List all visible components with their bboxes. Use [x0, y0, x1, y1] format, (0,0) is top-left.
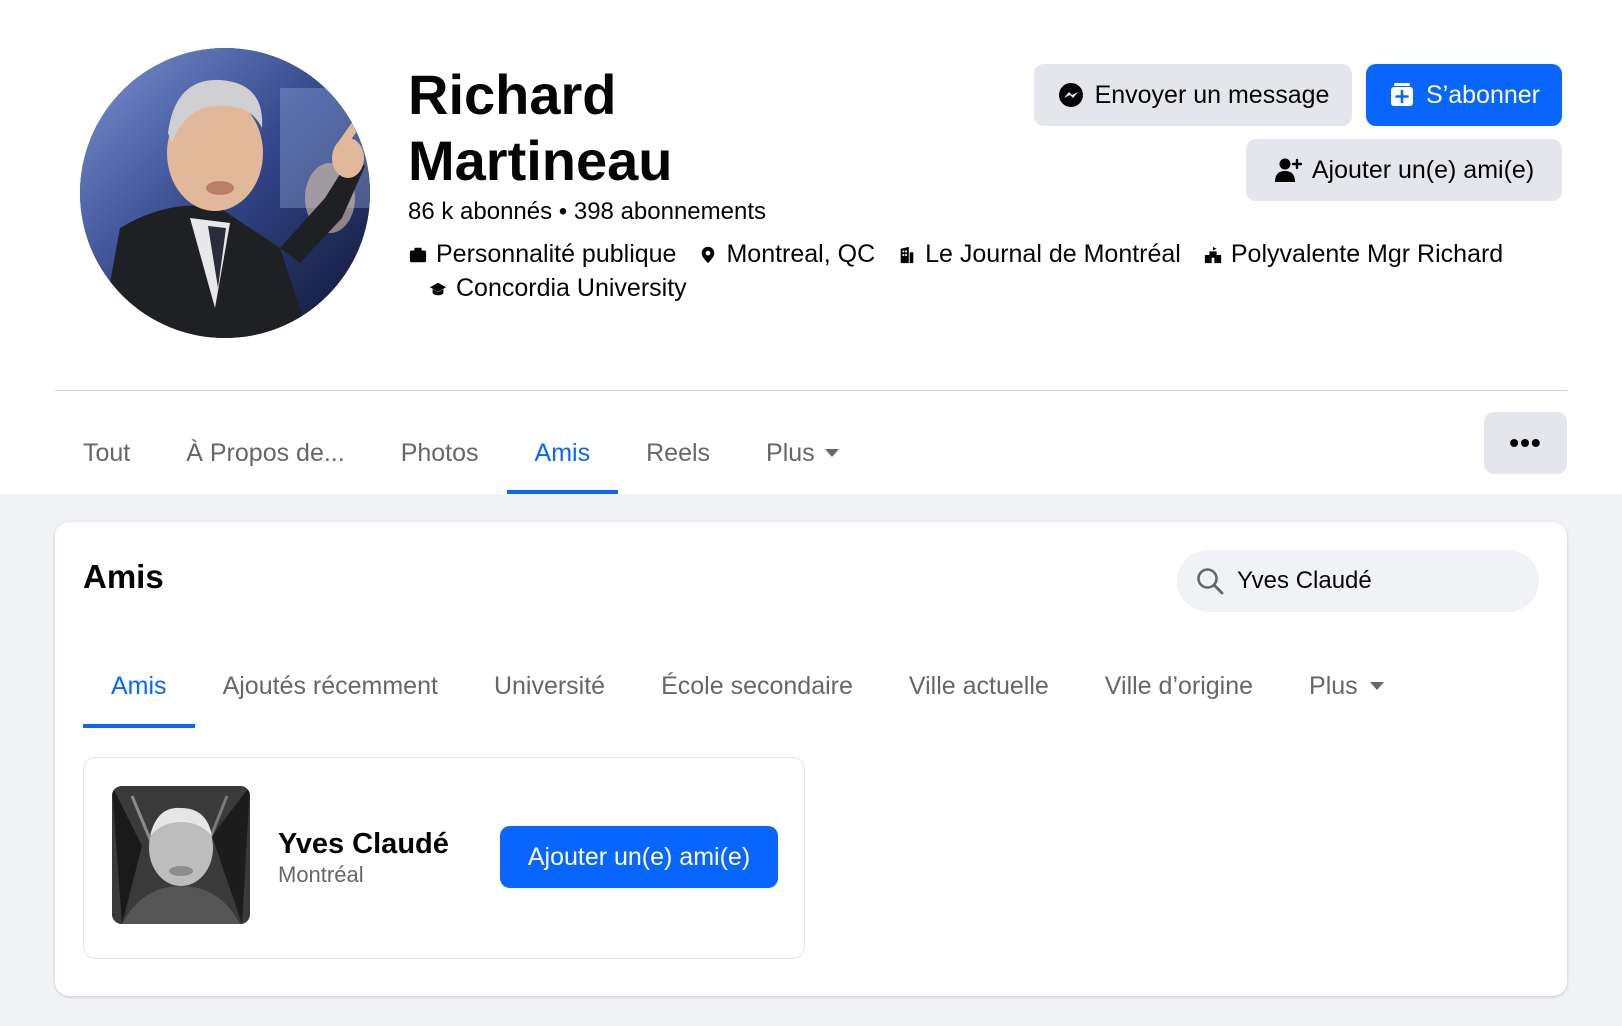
- search-icon: [1197, 568, 1224, 595]
- tab-label: Tout: [83, 438, 131, 467]
- subtab-label: Ville actuelle: [908, 671, 1049, 700]
- friends-search-input[interactable]: [1237, 567, 1527, 595]
- subtab-label: Université: [493, 671, 606, 700]
- subtab-hometown[interactable]: Ville d’origine: [1077, 644, 1281, 728]
- send-message-button[interactable]: Envoyer un message: [1034, 64, 1352, 126]
- follower-stats[interactable]: 86 k abonnés • 398 abonnements: [408, 198, 766, 226]
- intro-item-school: Polyvalente Mgr Richard: [1203, 240, 1503, 269]
- tab-friends[interactable]: Amis: [506, 412, 619, 494]
- subtab-university[interactable]: Université: [466, 644, 633, 728]
- messenger-icon: [1057, 81, 1085, 109]
- intro-item-location: Montreal, QC: [698, 240, 875, 269]
- profile-avatar[interactable]: [80, 48, 370, 338]
- subscribe-plus-icon: [1388, 81, 1416, 109]
- add-friend-icon: [1274, 156, 1302, 184]
- subscribe-button[interactable]: S’abonner: [1366, 64, 1562, 126]
- building-icon: [897, 244, 917, 266]
- tab-label: À Propos de...: [186, 438, 345, 467]
- subtab-label: Ville d’origine: [1104, 671, 1254, 700]
- friend-location: Montréal: [278, 862, 364, 887]
- profile-tabs: Tout À Propos de... Photos Amis Reels Pl…: [55, 412, 867, 494]
- intro-label[interactable]: Concordia University: [456, 274, 687, 303]
- friends-subtabs: Amis Ajoutés récemment Université École …: [83, 644, 1412, 728]
- tab-label: Photos: [400, 438, 479, 467]
- intro-label[interactable]: Polyvalente Mgr Richard: [1231, 240, 1503, 269]
- tab-photos[interactable]: Photos: [373, 412, 507, 494]
- intro-line-1: Personnalité publique Montreal, QC Le Jo…: [408, 240, 1525, 269]
- send-message-label: Envoyer un message: [1094, 80, 1330, 109]
- more-options-button[interactable]: •••: [1484, 412, 1567, 474]
- tab-tout[interactable]: Tout: [55, 412, 158, 494]
- tab-more[interactable]: Plus: [738, 412, 867, 494]
- graduation-cap-icon: [428, 278, 448, 300]
- subtab-more[interactable]: Plus: [1281, 644, 1412, 728]
- intro-label[interactable]: Montreal, QC: [726, 240, 875, 269]
- friend-add-button[interactable]: Ajouter un(e) ami(e): [500, 826, 778, 888]
- profile-name: Richard Martineau: [408, 63, 673, 192]
- friend-photo-illustration: [112, 786, 250, 924]
- intro-label: Personnalité publique: [436, 240, 677, 268]
- intro-label[interactable]: Le Journal de Montréal: [925, 240, 1181, 269]
- header-divider: [55, 390, 1567, 391]
- intro-item-work: Le Journal de Montréal: [897, 240, 1181, 269]
- tab-reels[interactable]: Reels: [618, 412, 738, 494]
- briefcase-icon: [408, 244, 428, 266]
- subscribe-label: S’abonner: [1426, 80, 1540, 109]
- subtab-label: Ajoutés récemment: [222, 671, 438, 700]
- subtab-label: Plus: [1309, 671, 1358, 700]
- friend-avatar[interactable]: [112, 786, 250, 924]
- intro-item-university: Concordia University: [428, 274, 687, 303]
- tab-label: Plus: [766, 438, 815, 467]
- caret-down-icon: [824, 449, 839, 457]
- subtab-label: Amis: [111, 671, 167, 700]
- subtab-current-city[interactable]: Ville actuelle: [881, 644, 1077, 728]
- tab-label: Reels: [646, 438, 711, 467]
- subtab-friends[interactable]: Amis: [83, 644, 195, 728]
- caret-down-icon: [1369, 682, 1384, 690]
- friend-result-card: Yves Claudé Montréal Ajouter un(e) ami(e…: [83, 757, 805, 959]
- ellipsis-icon: •••: [1509, 427, 1542, 458]
- location-pin-icon: [698, 244, 718, 266]
- intro-line-2: Concordia University: [428, 274, 709, 303]
- subtab-label: École secondaire: [661, 671, 853, 700]
- friends-search[interactable]: [1177, 550, 1539, 612]
- school-icon: [1203, 244, 1223, 266]
- add-friend-button[interactable]: Ajouter un(e) ami(e): [1246, 139, 1562, 201]
- friend-name[interactable]: Yves Claudé: [278, 828, 449, 861]
- profile-photo-illustration: [80, 48, 370, 338]
- subtab-recently-added[interactable]: Ajoutés récemment: [195, 644, 466, 728]
- tab-about[interactable]: À Propos de...: [158, 412, 372, 494]
- add-friend-label: Ajouter un(e) ami(e): [1311, 155, 1535, 184]
- intro-item-category: Personnalité publique: [408, 240, 676, 269]
- tab-label: Amis: [534, 438, 591, 467]
- friends-card: Amis Amis Ajoutés récemment Université É…: [55, 522, 1567, 996]
- subtab-high-school[interactable]: École secondaire: [633, 644, 881, 728]
- friends-section-title: Amis: [83, 558, 164, 595]
